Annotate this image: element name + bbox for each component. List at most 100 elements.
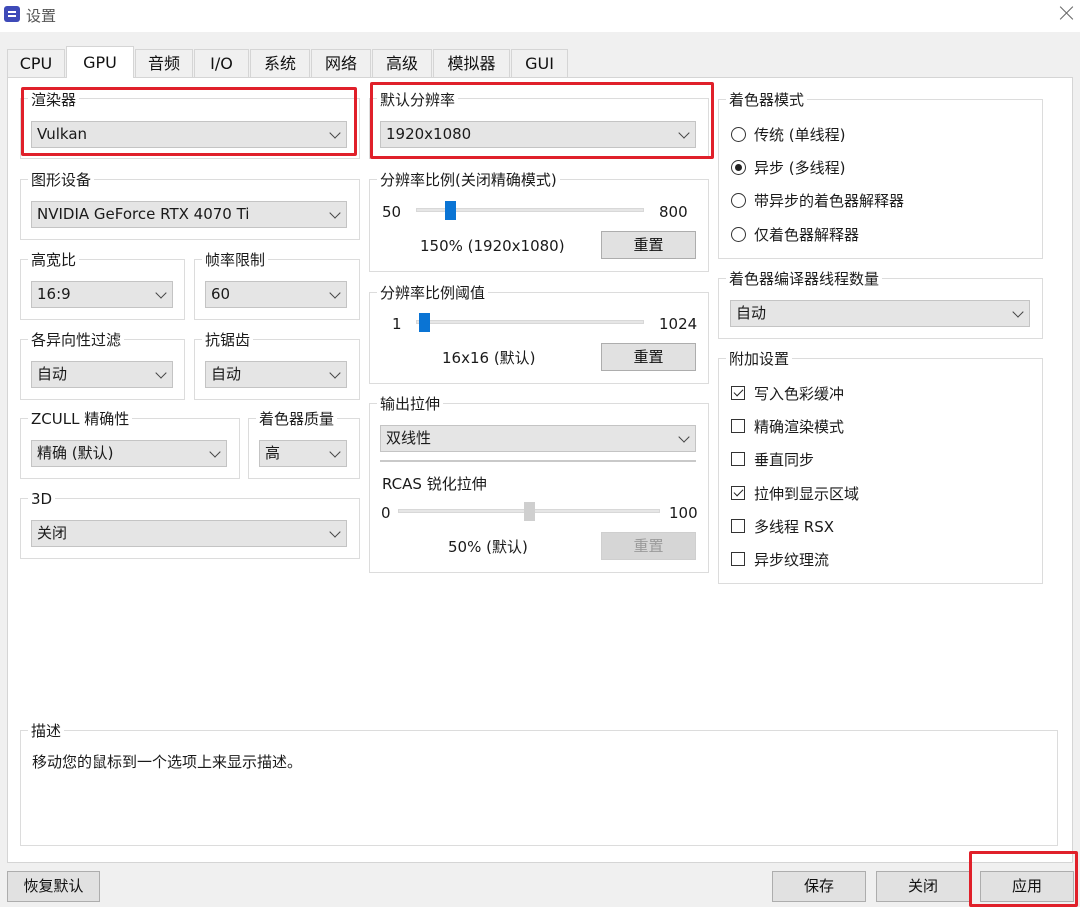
chevron-down-icon (678, 431, 690, 443)
window-title: 设置 (26, 7, 57, 25)
shader-quality-label: 着色器质量 (256, 410, 338, 428)
scale-threshold-min: 1 (392, 315, 402, 333)
chevron-down-icon (155, 367, 167, 379)
rcas-max: 100 (669, 504, 698, 522)
three-d-label: 3D (28, 490, 56, 508)
shader-mode-async-radio[interactable] (731, 160, 746, 175)
renderer-value: Vulkan (37, 125, 88, 143)
chevron-down-icon (329, 526, 341, 538)
resolution-scale-slider[interactable] (445, 201, 456, 220)
framerate-limit-label: 帧率限制 (202, 251, 269, 269)
chevron-down-icon (329, 207, 341, 219)
anisotropic-filter-select[interactable]: 自动 (31, 361, 173, 388)
anisotropic-filter-value: 自动 (37, 365, 68, 383)
compiler-threads-select[interactable]: 自动 (730, 300, 1030, 327)
anti-aliasing-label: 抗锯齿 (202, 331, 254, 349)
separator (380, 460, 696, 462)
resolution-scale-max: 800 (659, 203, 688, 221)
aspect-ratio-label: 高宽比 (28, 251, 80, 269)
write-color-buffers-label[interactable]: 写入色彩缓冲 (754, 385, 844, 403)
rcas-label: RCAS 锐化拉伸 (382, 475, 487, 493)
tab-system[interactable]: 系统 (250, 49, 310, 77)
rcas-min: 0 (381, 504, 391, 522)
tab-gpu[interactable]: GPU (66, 46, 134, 78)
chevron-down-icon (329, 367, 341, 379)
resolution-scale-min: 50 (382, 203, 402, 221)
graphics-device-value: NVIDIA GeForce RTX 4070 Ti (37, 205, 250, 223)
chevron-down-icon (209, 446, 221, 458)
rcas-reset-button[interactable]: 重置 (601, 532, 696, 560)
tab-gui[interactable]: GUI (511, 49, 568, 77)
chevron-down-icon (1012, 306, 1024, 318)
scale-threshold-value: 16x16 (默认) (442, 349, 536, 367)
stretch-to-display-checkbox[interactable] (731, 486, 745, 500)
resolution-scale-label: 分辨率比例(关闭精确模式) (377, 171, 560, 189)
vsync-checkbox[interactable] (731, 452, 745, 466)
chevron-down-icon (329, 287, 341, 299)
app-logo-icon (4, 6, 20, 22)
apply-button[interactable]: 应用 (980, 871, 1074, 902)
three-d-value: 关闭 (37, 524, 68, 542)
framerate-limit-value: 60 (211, 285, 231, 303)
async-texture-streaming-label[interactable]: 异步纹理流 (754, 551, 829, 569)
output-scaling-select[interactable]: 双线性 (380, 425, 696, 452)
tab-io[interactable]: I/O (194, 49, 249, 77)
shader-mode-async-label[interactable]: 异步 (多线程) (754, 159, 845, 177)
anti-aliasing-value: 自动 (211, 365, 242, 383)
scale-threshold-slider[interactable] (419, 313, 430, 332)
chevron-down-icon (329, 127, 341, 139)
graphics-device-select[interactable]: NVIDIA GeForce RTX 4070 Ti (31, 201, 347, 228)
tab-cpu[interactable]: CPU (7, 49, 65, 77)
zcull-value: 精确 (默认) (37, 444, 114, 462)
stretch-to-display-label[interactable]: 拉伸到显示区域 (754, 485, 859, 503)
zcull-label: ZCULL 精确性 (28, 410, 133, 428)
tab-audio[interactable]: 音频 (135, 49, 193, 77)
renderer-select[interactable]: Vulkan (31, 121, 347, 148)
aspect-ratio-select[interactable]: 16:9 (31, 281, 173, 308)
shader-mode-legacy-radio[interactable] (731, 127, 746, 142)
rcas-value: 50% (默认) (448, 538, 528, 556)
additional-settings-label: 附加设置 (726, 350, 793, 368)
strict-rendering-checkbox[interactable] (731, 419, 745, 433)
multithreaded-rsx-checkbox[interactable] (731, 519, 745, 533)
async-texture-streaming-checkbox[interactable] (731, 552, 745, 566)
shader-mode-async-interpreter-radio[interactable] (731, 193, 746, 208)
anti-aliasing-select[interactable]: 自动 (205, 361, 347, 388)
scale-threshold-track[interactable] (416, 320, 644, 324)
strict-rendering-label[interactable]: 精确渲染模式 (754, 418, 844, 436)
three-d-select[interactable]: 关闭 (31, 520, 347, 547)
multithreaded-rsx-label[interactable]: 多线程 RSX (754, 518, 834, 536)
shader-mode-label: 着色器模式 (726, 91, 808, 109)
tab-emulator[interactable]: 模拟器 (433, 49, 510, 77)
shader-mode-async-interpreter-label[interactable]: 带异步的着色器解释器 (754, 192, 904, 210)
close-icon[interactable] (1058, 4, 1076, 22)
vsync-label[interactable]: 垂直同步 (754, 451, 814, 469)
graphics-device-label: 图形设备 (28, 171, 95, 189)
shader-mode-interpreter-label[interactable]: 仅着色器解释器 (754, 226, 859, 244)
resolution-scale-reset-button[interactable]: 重置 (601, 231, 696, 259)
shader-quality-value: 高 (265, 444, 281, 462)
default-resolution-value: 1920x1080 (386, 125, 472, 143)
close-button[interactable]: 关闭 (876, 871, 970, 902)
framerate-limit-select[interactable]: 60 (205, 281, 347, 308)
write-color-buffers-checkbox[interactable] (731, 386, 745, 400)
tab-advanced[interactable]: 高级 (372, 49, 432, 77)
scale-threshold-reset-button[interactable]: 重置 (601, 343, 696, 371)
restore-defaults-button[interactable]: 恢复默认 (7, 871, 100, 902)
scale-threshold-label: 分辨率比例阈值 (377, 284, 489, 302)
resolution-scale-value: 150% (1920x1080) (420, 237, 565, 255)
rcas-slider[interactable] (524, 502, 535, 521)
shader-mode-interpreter-radio[interactable] (731, 227, 746, 242)
chevron-down-icon (155, 287, 167, 299)
description-group (20, 730, 1058, 846)
title-bar: 设置 (0, 0, 1080, 32)
shader-mode-legacy-label[interactable]: 传统 (单线程) (754, 126, 845, 144)
chevron-down-icon (678, 127, 690, 139)
compiler-threads-label: 着色器编译器线程数量 (726, 270, 883, 288)
shader-quality-select[interactable]: 高 (259, 440, 347, 467)
aspect-ratio-value: 16:9 (37, 285, 71, 303)
save-button[interactable]: 保存 (772, 871, 866, 902)
tab-network[interactable]: 网络 (311, 49, 371, 77)
default-resolution-select[interactable]: 1920x1080 (380, 121, 696, 148)
zcull-select[interactable]: 精确 (默认) (31, 440, 227, 467)
